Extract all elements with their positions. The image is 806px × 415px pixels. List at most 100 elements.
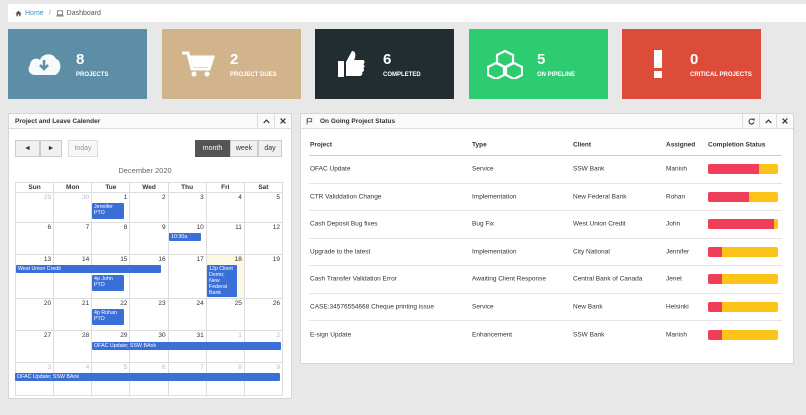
table-row[interactable]: Cash Deposit Bug fixes Bug Fix West Unio… [309,211,782,239]
completion-progress-bar [708,164,778,175]
breadcrumb-current: Dashboard [55,9,101,17]
calendar-day[interactable]: 2 [130,193,169,222]
column-header-project[interactable]: Project [310,141,332,148]
completion-progress-bar [708,191,778,202]
cloud-download-icon [26,47,62,81]
calendar-day[interactable]: 5 [245,193,283,222]
column-header-type[interactable]: Type [472,141,487,148]
stat-label: PROJECT DUES [230,72,277,78]
stat-projects[interactable]: 8 PROJECTS [8,29,147,99]
calendar-event[interactable]: OFAC Update; SSW BAnk [15,373,280,381]
collapse-icon[interactable] [257,114,274,128]
calendar-day[interactable]: 26 [245,299,283,330]
calendar-day[interactable]: 13 [15,255,55,298]
calendar-day[interactable]: 24 [169,299,207,330]
calendar-view-day[interactable]: day [258,140,282,157]
calendar-event[interactable]: West Union Credit [16,265,161,273]
cell-assigned: Rohan [666,193,686,201]
calendar-event[interactable]: Jennifer PTO [92,203,124,219]
breadcrumb-separator: / [48,9,51,17]
calendar-day[interactable]: 28 [54,331,93,362]
calendar-event[interactable]: 4p John PTO [92,275,124,291]
calendar-day[interactable]: 16 [130,255,169,298]
cell-type: Awaiting Client Response [472,275,546,283]
calendar-day[interactable]: 20 [15,299,55,330]
cell-client: City National [573,248,610,256]
column-header-assigned[interactable]: Assigned [666,141,695,148]
calendar-day[interactable]: 9 [130,223,169,254]
weekday-label: Sun [15,183,55,192]
calendar-day[interactable]: 14 [54,255,93,298]
cell-assigned: Helsinki [666,303,689,311]
cell-type: Service [472,165,494,173]
calendar-day[interactable]: 30 [54,193,93,222]
calendar-day[interactable]: 3 [169,193,207,222]
calendar-day[interactable]: 4 [207,193,245,222]
calendar-view-month[interactable]: month [195,140,230,157]
stat-project-dues[interactable]: 2 PROJECT DUES [162,29,301,99]
stat-value: 5 [537,51,546,68]
cell-project: Cash Transfer Validation Error [310,275,397,283]
stat-label: ON PIPELINE [537,72,576,78]
calendar-event[interactable]: 12p Client Demo; New Federal Bank [207,265,237,297]
close-icon[interactable] [274,114,291,128]
calendar-event[interactable]: OFAC Update; SSW BAnk [92,342,281,350]
close-icon[interactable] [776,114,793,128]
cell-project: CASE:34576554668 Cheque printing issue [310,303,434,311]
calendar-week: 20 21 22 23 24 25 26 4p Rohan PTO [15,299,283,331]
cell-project: E-sign Update [310,331,352,339]
completion-progress-fill [708,301,722,312]
calendar-month-title: December 2020 [118,166,172,175]
stat-critical-projects[interactable]: 0 CRITICAL PROJECTS [622,29,761,99]
calendar-day[interactable]: 11 [207,223,245,254]
calendar-view-week[interactable]: week [230,140,258,157]
completion-progress-bar [708,301,778,312]
table-row[interactable]: CASE:34576554668 Cheque printing issue S… [309,294,782,321]
calendar-day[interactable]: 27 [15,331,55,362]
column-header-completion[interactable]: Completion Status [708,141,765,148]
calendar-day[interactable]: 12 [245,223,283,254]
cell-assigned: Manish [666,165,687,173]
project-status-table: Project Type Client Assigned Completion … [309,134,782,349]
calendar-day[interactable]: 21 [54,299,93,330]
calendar-event[interactable]: 4p Rohan PTO [92,309,124,325]
table-row[interactable]: Cash Transfer Validation Error Awaiting … [309,266,782,294]
table-row[interactable]: CTR Validdation Change Implementation Ne… [309,184,782,211]
calendar-grid: Sun Mon Tue Wed Thu Fri Sat 29 30 1 2 3 … [15,182,283,396]
collapse-icon[interactable] [759,114,776,128]
stat-completed[interactable]: 6 COMPLETED [315,29,454,99]
table-row[interactable]: OFAC Update Service SSW Bank Manish [309,156,782,184]
column-header-client[interactable]: Client [573,141,591,148]
breadcrumb-current-label: Dashboard [66,9,101,17]
calendar-event[interactable]: 10:30a [169,233,201,241]
stat-label: CRITICAL PROJECTS [690,72,752,78]
calendar-today-button[interactable]: today [68,140,98,157]
calendar-day[interactable]: 29 [15,193,55,222]
breadcrumb-home-link[interactable]: Home [15,10,44,17]
thumbs-up-icon [333,47,369,81]
calendar-day[interactable]: 17 [169,255,207,298]
completion-progress-bar [708,246,778,257]
table-row[interactable]: Upgrade to the latest Implementation Cit… [309,239,782,266]
refresh-icon[interactable] [742,114,759,128]
cell-type: Enhancement [472,331,513,339]
calendar-day[interactable]: 19 [245,255,283,298]
completion-progress-bar [708,219,778,230]
cell-project: Cash Deposit Bug fixes [310,220,378,228]
cubes-icon [487,47,523,81]
calendar-panel-title: Project and Leave Calender [15,117,101,125]
completion-progress-bar [708,329,778,340]
cell-type: Bug Fix [472,220,495,228]
calendar-next-button[interactable]: ► [40,140,62,157]
stat-on-pipeline[interactable]: 5 ON PIPELINE [469,29,608,99]
cell-type: Service [472,303,494,311]
calendar-prev-button[interactable]: ◄ [15,140,40,157]
cell-assigned: Manish [666,331,687,339]
calendar-day[interactable]: 25 [207,299,245,330]
calendar-day[interactable]: 7 [54,223,93,254]
cart-icon [180,47,216,81]
table-row[interactable]: E-sign Update Enhancement SSW Bank Manis… [309,321,782,349]
calendar-day[interactable]: 6 [15,223,55,254]
calendar-day[interactable]: 23 [130,299,169,330]
calendar-day[interactable]: 8 [92,223,131,254]
